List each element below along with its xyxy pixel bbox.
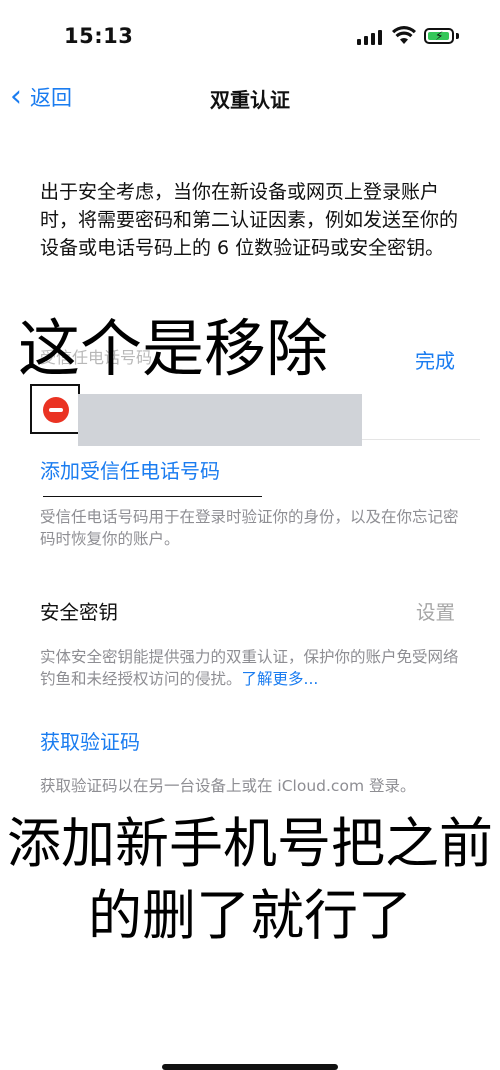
learn-more-link[interactable]: 了解更多... bbox=[242, 670, 319, 688]
security-key-description: 实体安全密钥能提供强力的双重认证，保护你的账户免受网络钓鱼和未经授权访问的侵扰。… bbox=[40, 648, 459, 688]
status-time: 15:13 bbox=[64, 24, 134, 48]
charging-bolt-icon: ⚡ bbox=[435, 29, 444, 43]
delete-number-button[interactable] bbox=[43, 397, 69, 423]
battery-icon: ⚡ bbox=[424, 28, 454, 44]
trusted-numbers-description: 受信任电话号码用于在登录时验证你的身份，以及在你忘记密码时恢复你的账户。 bbox=[40, 508, 459, 548]
wifi-icon bbox=[392, 26, 416, 46]
annotation-bottom-note: 添加新手机号把之前的删了就行了 bbox=[7, 812, 493, 947]
home-indicator[interactable] bbox=[162, 1064, 338, 1070]
verification-description: 获取验证码以在另一台设备上或在 iCloud.com 登录。 bbox=[40, 777, 416, 795]
battery-cap bbox=[456, 33, 459, 39]
divider bbox=[362, 439, 480, 440]
done-button[interactable]: 完成 bbox=[415, 345, 455, 374]
annotation-remove-note: 这个是移除 bbox=[18, 312, 329, 385]
security-key-label: 安全密钥 bbox=[40, 601, 119, 624]
minus-icon bbox=[49, 408, 63, 412]
page-title: 双重认证 bbox=[210, 88, 290, 112]
add-trusted-number-link[interactable]: 添加受信任电话号码 bbox=[40, 455, 220, 484]
intro-text: 出于安全考虑，当你在新设备或网页上登录账户时，将需要密码和第二认证因素，例如发送… bbox=[40, 181, 459, 259]
get-verification-code-link[interactable]: 获取验证码 bbox=[40, 726, 140, 755]
redacted-phone-number bbox=[78, 394, 362, 446]
cellular-signal-icon bbox=[357, 29, 383, 45]
security-key-setup-button[interactable]: 设置 bbox=[416, 596, 455, 625]
annotation-underline bbox=[43, 496, 262, 497]
